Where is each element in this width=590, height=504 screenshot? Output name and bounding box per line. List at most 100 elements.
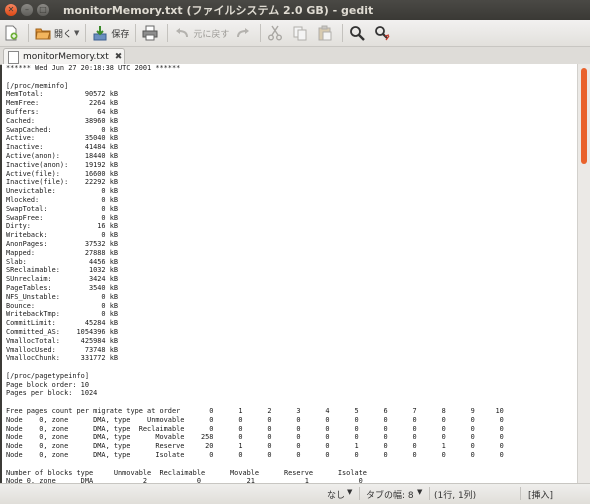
document-line: Mlocked: 0 kB <box>6 195 119 204</box>
new-document-button[interactable] <box>0 22 25 44</box>
close-tab-icon[interactable]: ✖ <box>115 52 123 62</box>
document-line: Node 0, zone DMA, type Reserve 20 1 0 0 … <box>6 442 504 451</box>
new-document-icon <box>3 25 19 41</box>
paste-icon <box>317 25 333 41</box>
maximize-window-button[interactable]: □ <box>37 4 49 16</box>
document-line: MemTotal: 90572 kB <box>6 90 119 99</box>
document-line: Writeback: 0 kB <box>6 231 119 240</box>
toolbar-separator <box>260 24 262 42</box>
cut-button[interactable] <box>264 22 289 44</box>
undo-button[interactable]: 元に戻す <box>171 22 232 44</box>
document-line: Unevictable: 0 kB <box>6 187 119 196</box>
status-separator <box>359 487 360 500</box>
document-line: VmallocTotal: 425984 kB <box>6 336 119 345</box>
print-button[interactable] <box>139 22 164 44</box>
window-controls: ✕ – □ <box>5 4 49 16</box>
minimize-window-button[interactable]: – <box>21 4 33 16</box>
document-line: PageTables: 3540 kB <box>6 283 119 292</box>
document-line: Node 0, zone DMA, type Unmovable 0 0 0 0… <box>6 415 504 424</box>
document-line: Free pages count per migrate type at ord… <box>6 407 504 416</box>
document-line: Dirty: 16 kB <box>6 222 119 231</box>
document-tab-bar: monitorMemory.txt ✖ <box>0 47 590 65</box>
document-line: AnonPages: 37532 kB <box>6 239 119 248</box>
document-line: Node 0, zone DMA, type Movable 258 0 0 0… <box>6 433 504 442</box>
text-editor[interactable]: ****** Wed Jun 27 20:18:38 UTC 2001 ****… <box>2 64 577 483</box>
search-button[interactable] <box>346 22 371 44</box>
paste-button[interactable] <box>314 22 339 44</box>
tab-width-dropdown-arrow-icon[interactable]: ▼ <box>417 488 422 496</box>
document-line: SwapCached: 0 kB <box>6 125 119 134</box>
search-icon <box>349 25 366 41</box>
document-line: Pages per block: 1024 <box>6 389 98 398</box>
document-line: [/proc/meminfo] <box>6 81 69 90</box>
printer-icon <box>142 25 158 41</box>
status-bar: なし ▼ タブの幅: 8 ▼ (1行, 1列) [挿入] <box>0 483 590 504</box>
document-line: Active(anon): 18440 kB <box>6 151 119 160</box>
document-line: Mapped: 27888 kB <box>6 248 119 257</box>
toolbar-separator <box>167 24 169 42</box>
tab-monitor-memory[interactable]: monitorMemory.txt ✖ <box>3 48 125 65</box>
save-label: 保存 <box>111 29 130 40</box>
document-line: MemFree: 2264 kB <box>6 99 119 108</box>
language-selector[interactable]: なし <box>327 488 345 501</box>
maximize-icon: □ <box>39 5 47 14</box>
tab-width-selector[interactable]: タブの幅: 8 <box>366 488 414 501</box>
document-line: Active: 35040 kB <box>6 134 119 143</box>
document-line: [/proc/pagetypeinfo] <box>6 371 89 380</box>
copy-button[interactable] <box>289 22 314 44</box>
title-bar: ✕ – □ monitorMemory.txt (ファイルシステム 2.0 GB… <box>0 0 590 20</box>
gedit-window: ✕ – □ monitorMemory.txt (ファイルシステム 2.0 GB… <box>0 0 590 504</box>
save-icon <box>92 25 108 41</box>
insert-mode: [挿入] <box>528 491 554 501</box>
open-button[interactable]: 開く ▼ <box>32 22 82 44</box>
save-button[interactable]: 保存 <box>89 22 132 44</box>
document-line: Inactive(file): 22292 kB <box>6 178 119 187</box>
cursor-position: (1行, 1列) <box>434 491 477 501</box>
vertical-scrollbar[interactable] <box>577 64 590 483</box>
open-dropdown-arrow-icon[interactable]: ▼ <box>74 29 79 37</box>
scrollbar-thumb[interactable] <box>581 68 587 164</box>
window-title: monitorMemory.txt (ファイルシステム 2.0 GB) - ge… <box>63 4 374 17</box>
undo-icon <box>174 25 190 41</box>
close-window-button[interactable]: ✕ <box>5 4 17 16</box>
folder-open-icon <box>35 25 51 41</box>
redo-button[interactable] <box>232 22 257 44</box>
open-label: 開く <box>54 29 73 40</box>
document-line: SwapTotal: 0 kB <box>6 204 119 213</box>
tab-label: monitorMemory.txt <box>23 52 109 62</box>
toolbar: 開く ▼ 保存 元に戻す <box>0 20 590 47</box>
document-line: Inactive: 41484 kB <box>6 143 119 152</box>
toolbar-separator <box>28 24 29 42</box>
document-line: Bounce: 0 kB <box>6 301 119 310</box>
search-replace-button[interactable] <box>371 22 396 44</box>
minimize-icon: – <box>25 5 29 14</box>
search-replace-icon <box>374 25 390 41</box>
document-line: Node 0, zone DMA, type Isolate 0 0 0 0 0… <box>6 451 504 460</box>
redo-icon <box>235 25 251 41</box>
status-separator <box>520 487 521 500</box>
document-line: CommitLimit: 45284 kB <box>6 319 119 328</box>
document-line: Page block order: 10 <box>6 380 89 389</box>
status-separator <box>429 487 430 500</box>
copy-icon <box>292 25 308 41</box>
document-line: VmallocChunk: 331772 kB <box>6 354 119 363</box>
document-line: SReclaimable: 1032 kB <box>6 266 119 275</box>
document-line: SwapFree: 0 kB <box>6 213 119 222</box>
toolbar-separator <box>85 24 87 42</box>
text-document-icon <box>8 50 19 64</box>
document-line: Buffers: 64 kB <box>6 107 119 116</box>
document-line: Committed_AS: 1054396 kB <box>6 327 119 336</box>
document-line: WritebackTmp: 0 kB <box>6 310 119 319</box>
toolbar-separator <box>342 24 344 42</box>
document-line: VmallocUsed: 73748 kB <box>6 345 119 354</box>
document-line: SUnreclaim: 3424 kB <box>6 275 119 284</box>
document-text[interactable]: ****** Wed Jun 27 20:18:38 UTC 2001 ****… <box>6 64 504 483</box>
document-line: Slab: 4456 kB <box>6 257 119 266</box>
document-line: NFS_Unstable: 0 kB <box>6 292 119 301</box>
document-line: Inactive(anon): 19192 kB <box>6 160 119 169</box>
language-dropdown-arrow-icon[interactable]: ▼ <box>347 488 352 496</box>
undo-label: 元に戻す <box>193 29 230 40</box>
document-line: Cached: 38960 kB <box>6 116 119 125</box>
document-line: ****** Wed Jun 27 20:18:38 UTC 2001 ****… <box>6 64 181 72</box>
document-line: Number of blocks type Unmovable Reclaima… <box>6 468 367 477</box>
